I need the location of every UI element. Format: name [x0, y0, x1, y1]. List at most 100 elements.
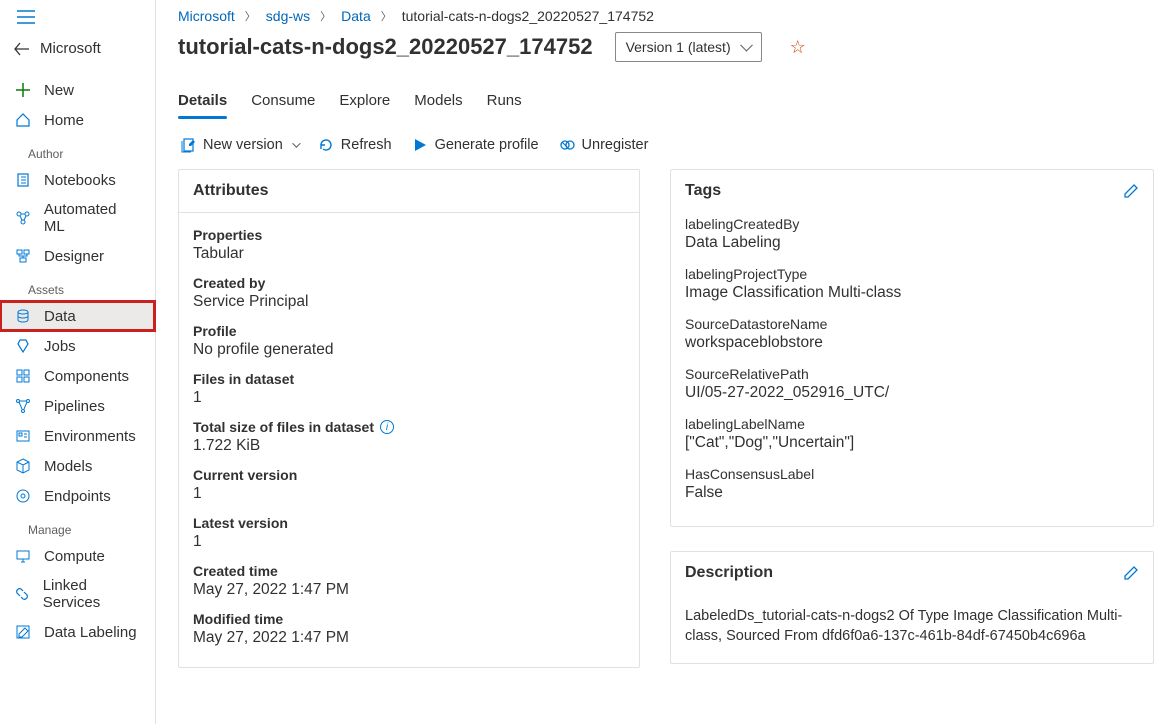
- attribute-value: 1.722 KiB: [193, 437, 625, 455]
- attribute-row: Total size of files in dataseti 1.722 KiB: [193, 413, 625, 461]
- unregister-button[interactable]: Unregister: [559, 137, 649, 153]
- attribute-value: 1: [193, 485, 625, 503]
- sidebar-item-label: Models: [44, 458, 92, 475]
- sidebar-item-automl[interactable]: Automated ML: [0, 195, 155, 241]
- sidebar-item-home[interactable]: Home: [0, 105, 155, 135]
- attribute-row: Modified timeMay 27, 2022 1:47 PM: [193, 605, 625, 653]
- sidebar-item-notebooks[interactable]: Notebooks: [0, 165, 155, 195]
- designer-icon: [14, 247, 32, 265]
- refresh-button[interactable]: Refresh: [318, 137, 392, 153]
- attribute-row: Created by Service Principal: [193, 269, 625, 317]
- tag-value: ["Cat","Dog","Uncertain"]: [685, 434, 1139, 452]
- sidebar-item-components[interactable]: Components: [0, 361, 155, 391]
- breadcrumb-current: tutorial-cats-n-dogs2_20220527_174752: [402, 8, 654, 24]
- sidebar-item-label: Components: [44, 368, 129, 385]
- environments-icon: [14, 427, 32, 445]
- description-text: LabeledDs_tutorial-cats-n-dogs2 Of Type …: [671, 594, 1153, 663]
- edit-tags-button[interactable]: [1123, 183, 1139, 199]
- tag-key: labelingLabelName: [685, 416, 1139, 432]
- tab-runs[interactable]: Runs: [487, 86, 522, 119]
- sidebar-item-label: Data Labeling: [44, 624, 137, 641]
- sidebar-item-label: New: [44, 82, 74, 99]
- sidebar-item-label: Automated ML: [44, 201, 141, 235]
- tenant-link[interactable]: Microsoft: [0, 32, 155, 67]
- attributes-heading: Attributes: [179, 170, 639, 213]
- attribute-label: Profile: [193, 323, 625, 339]
- labeling-icon: [14, 623, 32, 641]
- main-content: Microsoft 〉 sdg-ws 〉 Data 〉 tutorial-cat…: [156, 0, 1170, 724]
- back-arrow-icon: [14, 42, 30, 56]
- sidebar-item-label: Designer: [44, 248, 104, 265]
- attribute-value: No profile generated: [193, 341, 625, 359]
- attribute-value: 1: [193, 533, 625, 551]
- link-icon: [14, 585, 31, 603]
- breadcrumb-link[interactable]: sdg-ws: [266, 8, 310, 24]
- card-title: Tags: [685, 182, 721, 200]
- tab-details[interactable]: Details: [178, 86, 227, 119]
- tag-value: False: [685, 484, 1139, 502]
- attribute-value: May 27, 2022 1:47 PM: [193, 581, 625, 599]
- attribute-label: Modified time: [193, 611, 625, 627]
- edit-description-button[interactable]: [1123, 565, 1139, 581]
- breadcrumb-link[interactable]: Microsoft: [178, 8, 235, 24]
- pipelines-icon: [14, 397, 32, 415]
- attribute-label: Created by: [193, 275, 625, 291]
- attribute-value: Service Principal: [193, 293, 625, 311]
- tabs: Details Consume Explore Models Runs: [178, 86, 1154, 119]
- sidebar-item-models[interactable]: Models: [0, 451, 155, 481]
- breadcrumb-link[interactable]: Data: [341, 8, 371, 24]
- attribute-row: Latest version1: [193, 509, 625, 557]
- sidebar-item-label: Jobs: [44, 338, 76, 355]
- sidebar-item-new[interactable]: New: [0, 75, 155, 105]
- attribute-row: PropertiesTabular: [193, 221, 625, 269]
- sidebar-item-data-labeling[interactable]: Data Labeling: [0, 617, 155, 647]
- sidebar-section-author: Author: [0, 141, 155, 165]
- sidebar-item-linked-services[interactable]: Linked Services: [0, 571, 155, 617]
- attributes-card: Attributes PropertiesTabular Created by Se…: [178, 169, 640, 668]
- sidebar-item-label: Endpoints: [44, 488, 111, 505]
- tag-row: HasConsensusLabelFalse: [685, 462, 1139, 512]
- generate-profile-button[interactable]: Generate profile: [412, 137, 539, 153]
- sidebar-item-jobs[interactable]: Jobs: [0, 331, 155, 361]
- tag-key: SourceRelativePath: [685, 366, 1139, 382]
- attribute-label: Total size of files in dataseti: [193, 419, 625, 435]
- version-select-label: Version 1 (latest): [626, 39, 731, 55]
- new-version-button[interactable]: New version: [180, 137, 298, 153]
- description-card: Description LabeledDs_tutorial-cats-n-do…: [670, 551, 1154, 664]
- card-title: Description: [685, 564, 773, 582]
- tag-row: labelingProjectTypeImage Classification …: [685, 262, 1139, 312]
- sidebar-item-pipelines[interactable]: Pipelines: [0, 391, 155, 421]
- tag-value: UI/05-27-2022_052916_UTC/: [685, 384, 1139, 402]
- attribute-label: Created time: [193, 563, 625, 579]
- data-icon: [14, 307, 32, 325]
- sidebar-item-data[interactable]: Data: [0, 301, 155, 331]
- sidebar-item-designer[interactable]: Designer: [0, 241, 155, 271]
- sidebar-item-label: Data: [44, 308, 76, 325]
- attribute-row: Profile No profile generated: [193, 317, 625, 365]
- sidebar-item-compute[interactable]: Compute: [0, 541, 155, 571]
- toolbar-label: Refresh: [341, 137, 392, 153]
- sidebar-item-label: Home: [44, 112, 84, 129]
- tab-explore[interactable]: Explore: [339, 86, 390, 119]
- tab-models[interactable]: Models: [414, 86, 462, 119]
- components-icon: [14, 367, 32, 385]
- chevron-right-icon: 〉: [377, 8, 396, 24]
- info-icon[interactable]: i: [380, 420, 394, 434]
- tab-consume[interactable]: Consume: [251, 86, 315, 119]
- toolbar-label: New version: [203, 137, 283, 153]
- version-select[interactable]: Version 1 (latest): [615, 32, 762, 62]
- favorite-star-icon[interactable]: ☆: [790, 37, 806, 58]
- hamburger-menu-button[interactable]: [6, 2, 46, 32]
- plus-icon: [14, 81, 32, 99]
- attribute-label: Files in dataset: [193, 371, 625, 387]
- attribute-row: Current version1: [193, 461, 625, 509]
- tags-heading: Tags: [671, 170, 1153, 212]
- attribute-row: Created time May 27, 2022 1:47 PM: [193, 557, 625, 605]
- models-icon: [14, 457, 32, 475]
- new-version-icon: [180, 137, 196, 153]
- tag-value: workspaceblobstore: [685, 334, 1139, 352]
- sidebar-item-environments[interactable]: Environments: [0, 421, 155, 451]
- sidebar-item-endpoints[interactable]: Endpoints: [0, 481, 155, 511]
- hamburger-icon: [17, 10, 35, 24]
- sidebar: Microsoft New Home Author Notebooks Auto…: [0, 0, 156, 724]
